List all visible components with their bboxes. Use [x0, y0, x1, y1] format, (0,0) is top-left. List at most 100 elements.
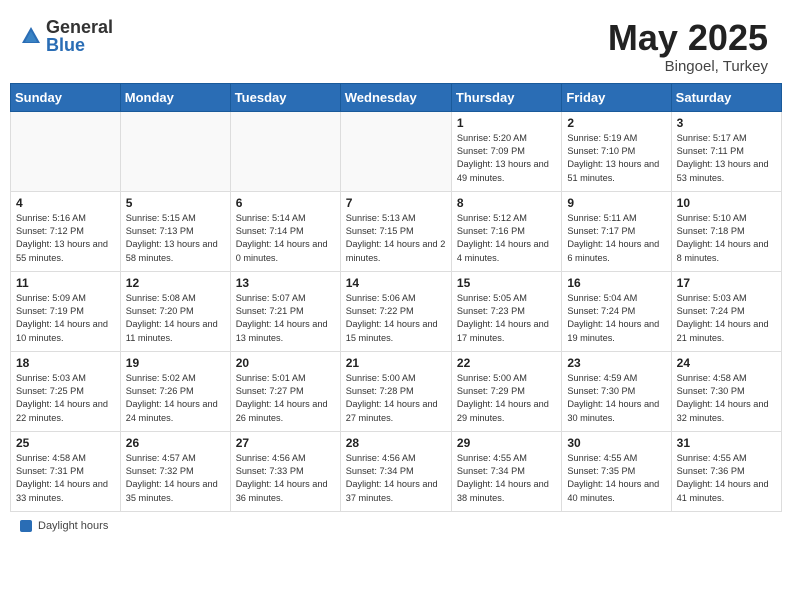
day-info: Sunrise: 5:04 AMSunset: 7:24 PMDaylight:… — [567, 292, 665, 345]
day-info: Sunrise: 5:19 AMSunset: 7:10 PMDaylight:… — [567, 132, 665, 185]
day-number: 11 — [16, 276, 115, 290]
day-info: Sunrise: 5:00 AMSunset: 7:29 PMDaylight:… — [457, 372, 556, 425]
col-thursday: Thursday — [451, 83, 561, 111]
day-info: Sunrise: 5:13 AMSunset: 7:15 PMDaylight:… — [346, 212, 446, 265]
week-row-0: 1 Sunrise: 5:20 AMSunset: 7:09 PMDaylight… — [11, 111, 782, 191]
day-number: 27 — [236, 436, 335, 450]
day-number: 3 — [677, 116, 776, 130]
table-row: 15 Sunrise: 5:05 AMSunset: 7:23 PMDayligh… — [451, 271, 561, 351]
day-number: 22 — [457, 356, 556, 370]
table-row: 10Sunrise: 5:10 AMSunset: 7:18 PMDayligh… — [671, 191, 781, 271]
day-number: 24 — [677, 356, 776, 370]
day-info: Sunrise: 5:20 AMSunset: 7:09 PMDaylight:… — [457, 132, 556, 185]
calendar-body: 1 Sunrise: 5:20 AMSunset: 7:09 PMDaylight… — [11, 111, 782, 511]
day-info: Sunrise: 5:02 AMSunset: 7:26 PMDaylight:… — [126, 372, 225, 425]
table-row: 8 Sunrise: 5:12 AMSunset: 7:16 PMDaylight… — [451, 191, 561, 271]
day-number: 19 — [126, 356, 225, 370]
table-row: 26 Sunrise: 4:57 AMSunset: 7:32 PMDayligh… — [120, 431, 230, 511]
day-number: 28 — [346, 436, 446, 450]
day-number: 15 — [457, 276, 556, 290]
table-row: 20 Sunrise: 5:01 AMSunset: 7:27 PMDayligh… — [230, 351, 340, 431]
day-info: Sunrise: 4:56 AMSunset: 7:33 PMDaylight:… — [236, 452, 335, 505]
table-row: 9 Sunrise: 5:11 AMSunset: 7:17 PMDaylight… — [562, 191, 671, 271]
calendar-wrap: Sunday Monday Tuesday Wednesday Thursday… — [0, 83, 792, 512]
day-number: 21 — [346, 356, 446, 370]
day-number: 23 — [567, 356, 665, 370]
day-info: Sunrise: 4:58 AMSunset: 7:31 PMDaylight:… — [16, 452, 115, 505]
table-row: 27 Sunrise: 4:56 AMSunset: 7:33 PMDayligh… — [230, 431, 340, 511]
table-row: 2Sunrise: 5:19 AMSunset: 7:10 PMDaylight… — [562, 111, 671, 191]
location: Bingoel, Turkey — [608, 58, 768, 75]
day-info: Sunrise: 5:00 AMSunset: 7:28 PMDaylight:… — [346, 372, 446, 425]
table-row: 1 Sunrise: 5:20 AMSunset: 7:09 PMDaylight… — [451, 111, 561, 191]
table-row: 31 Sunrise: 4:55 AMSunset: 7:36 PMDayligh… — [671, 431, 781, 511]
day-info: Sunrise: 5:07 AMSunset: 7:21 PMDaylight:… — [236, 292, 335, 345]
day-number: 1 — [457, 116, 556, 130]
table-row: 29Sunrise: 4:55 AMSunset: 7:34 PMDayligh… — [451, 431, 561, 511]
day-number: 8 — [457, 196, 556, 210]
day-number: 20 — [236, 356, 335, 370]
day-info: Sunrise: 4:59 AMSunset: 7:30 PMDaylight:… — [567, 372, 665, 425]
day-info: Sunrise: 5:01 AMSunset: 7:27 PMDaylight:… — [236, 372, 335, 425]
table-row: 6 Sunrise: 5:14 AMSunset: 7:14 PMDaylight… — [230, 191, 340, 271]
day-number: 9 — [567, 196, 665, 210]
day-number: 30 — [567, 436, 665, 450]
table-row: 11 Sunrise: 5:09 AMSunset: 7:19 PMDayligh… — [11, 271, 121, 351]
table-row — [120, 111, 230, 191]
page: General Blue May 2025 Bingoel, Turkey Su… — [0, 0, 792, 612]
day-info: Sunrise: 4:55 AMSunset: 7:34 PMDaylight:… — [457, 452, 556, 505]
day-info: Sunrise: 5:10 AMSunset: 7:18 PMDaylight:… — [677, 212, 776, 265]
day-info: Sunrise: 4:57 AMSunset: 7:32 PMDaylight:… — [126, 452, 225, 505]
day-number: 13 — [236, 276, 335, 290]
table-row: 22 Sunrise: 5:00 AMSunset: 7:29 PMDayligh… — [451, 351, 561, 431]
day-info: Sunrise: 5:09 AMSunset: 7:19 PMDaylight:… — [16, 292, 115, 345]
table-row: 24Sunrise: 4:58 AMSunset: 7:30 PMDayligh… — [671, 351, 781, 431]
calendar-header: Sunday Monday Tuesday Wednesday Thursday… — [11, 83, 782, 111]
day-info: Sunrise: 5:16 AMSunset: 7:12 PMDaylight:… — [16, 212, 115, 265]
col-sunday: Sunday — [11, 83, 121, 111]
table-row: 12Sunrise: 5:08 AMSunset: 7:20 PMDayligh… — [120, 271, 230, 351]
table-row: 23 Sunrise: 4:59 AMSunset: 7:30 PMDayligh… — [562, 351, 671, 431]
day-number: 14 — [346, 276, 446, 290]
table-row: 4 Sunrise: 5:16 AMSunset: 7:12 PMDaylight… — [11, 191, 121, 271]
col-monday: Monday — [120, 83, 230, 111]
day-number: 18 — [16, 356, 115, 370]
week-row-4: 25Sunrise: 4:58 AMSunset: 7:31 PMDayligh… — [11, 431, 782, 511]
table-row: 3Sunrise: 5:17 AMSunset: 7:11 PMDaylight… — [671, 111, 781, 191]
table-row: 13 Sunrise: 5:07 AMSunset: 7:21 PMDayligh… — [230, 271, 340, 351]
day-info: Sunrise: 5:03 AMSunset: 7:24 PMDaylight:… — [677, 292, 776, 345]
table-row: 17Sunrise: 5:03 AMSunset: 7:24 PMDayligh… — [671, 271, 781, 351]
week-row-1: 4 Sunrise: 5:16 AMSunset: 7:12 PMDaylight… — [11, 191, 782, 271]
day-info: Sunrise: 5:05 AMSunset: 7:23 PMDaylight:… — [457, 292, 556, 345]
table-row: 25Sunrise: 4:58 AMSunset: 7:31 PMDayligh… — [11, 431, 121, 511]
day-info: Sunrise: 5:14 AMSunset: 7:14 PMDaylight:… — [236, 212, 335, 265]
footer-dot — [20, 520, 32, 532]
table-row: 28Sunrise: 4:56 AMSunset: 7:34 PMDayligh… — [340, 431, 451, 511]
table-row: 14Sunrise: 5:06 AMSunset: 7:22 PMDayligh… — [340, 271, 451, 351]
logo-icon — [20, 25, 42, 47]
footer-label: Daylight hours — [38, 520, 108, 532]
table-row: 5 Sunrise: 5:15 AMSunset: 7:13 PMDaylight… — [120, 191, 230, 271]
table-row: 7Sunrise: 5:13 AMSunset: 7:15 PMDaylight… — [340, 191, 451, 271]
table-row: 21 Sunrise: 5:00 AMSunset: 7:28 PMDayligh… — [340, 351, 451, 431]
footer: Daylight hours — [0, 512, 792, 538]
day-number: 26 — [126, 436, 225, 450]
col-saturday: Saturday — [671, 83, 781, 111]
day-number: 5 — [126, 196, 225, 210]
day-number: 16 — [567, 276, 665, 290]
day-number: 4 — [16, 196, 115, 210]
day-number: 6 — [236, 196, 335, 210]
table-row — [340, 111, 451, 191]
day-info: Sunrise: 4:55 AMSunset: 7:35 PMDaylight:… — [567, 452, 665, 505]
col-tuesday: Tuesday — [230, 83, 340, 111]
day-info: Sunrise: 5:15 AMSunset: 7:13 PMDaylight:… — [126, 212, 225, 265]
week-row-3: 18Sunrise: 5:03 AMSunset: 7:25 PMDayligh… — [11, 351, 782, 431]
day-info: Sunrise: 4:55 AMSunset: 7:36 PMDaylight:… — [677, 452, 776, 505]
table-row: 30 Sunrise: 4:55 AMSunset: 7:35 PMDayligh… — [562, 431, 671, 511]
col-wednesday: Wednesday — [340, 83, 451, 111]
table-row — [230, 111, 340, 191]
title-block: May 2025 Bingoel, Turkey — [608, 18, 768, 75]
day-number: 31 — [677, 436, 776, 450]
day-info: Sunrise: 5:12 AMSunset: 7:16 PMDaylight:… — [457, 212, 556, 265]
day-info: Sunrise: 5:11 AMSunset: 7:17 PMDaylight:… — [567, 212, 665, 265]
